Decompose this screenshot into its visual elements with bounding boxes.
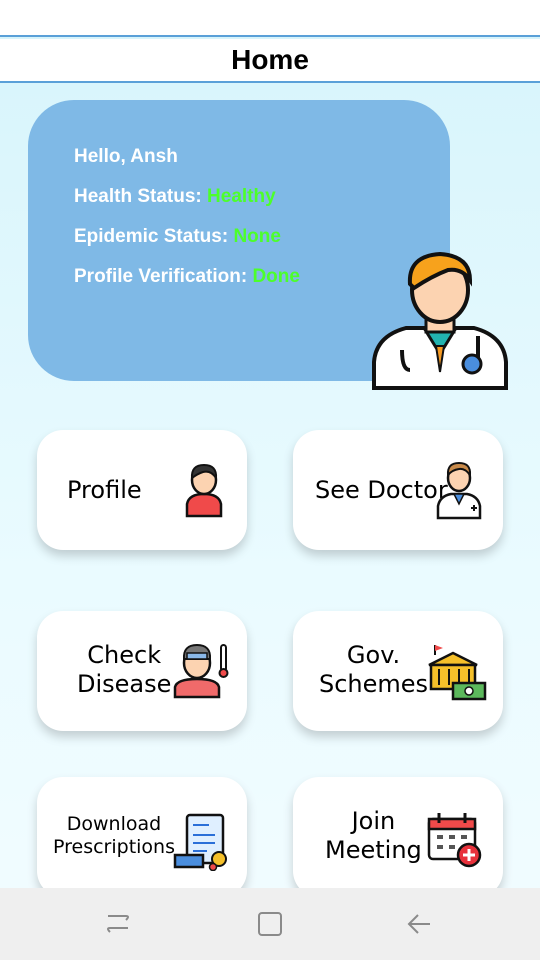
check-disease-label-line1: Check bbox=[87, 641, 162, 669]
see-doctor-label: See Doctor bbox=[315, 476, 448, 504]
join-meeting-label: Join Meeting bbox=[325, 807, 422, 865]
download-prescriptions-label: Download Prescriptions bbox=[53, 813, 175, 859]
profile-verification-value: Done bbox=[252, 266, 300, 287]
download-prescriptions-label-line1: Download bbox=[66, 813, 162, 835]
join-meeting-label-line2: Meeting bbox=[325, 835, 422, 864]
join-meeting-button[interactable]: Join Meeting bbox=[293, 777, 503, 897]
epidemic-status-label: Epidemic Status: bbox=[74, 226, 229, 247]
profile-button[interactable]: Profile bbox=[37, 430, 247, 550]
app-bar: Home bbox=[0, 39, 540, 83]
greeting-text: Hello, Ansh bbox=[74, 146, 178, 168]
back-arrow-icon[interactable] bbox=[400, 908, 440, 940]
recents-icon[interactable] bbox=[98, 908, 138, 940]
prescription-icon bbox=[173, 813, 227, 871]
profile-label: Profile bbox=[67, 476, 142, 504]
profile-verification-row: Profile Verification: Done bbox=[74, 266, 300, 288]
user-icon bbox=[185, 463, 223, 518]
status-bar bbox=[0, 0, 540, 37]
join-meeting-label-line1: Join bbox=[351, 807, 396, 835]
calendar-add-icon bbox=[427, 813, 482, 868]
check-disease-button[interactable]: Check Disease bbox=[37, 611, 247, 731]
profile-verification-label: Profile Verification: bbox=[74, 266, 248, 287]
gov-schemes-label-line2: Schemes bbox=[319, 669, 429, 698]
gov-schemes-label-line1: Gov. bbox=[346, 641, 401, 669]
epidemic-status-row: Epidemic Status: None bbox=[74, 226, 281, 248]
download-prescriptions-button[interactable]: Download Prescriptions bbox=[37, 777, 247, 897]
government-building-money-icon bbox=[428, 645, 487, 701]
system-navigation-bar bbox=[0, 888, 540, 960]
health-status-label: Health Status: bbox=[74, 186, 202, 207]
health-status-row: Health Status: Healthy bbox=[74, 186, 276, 208]
epidemic-status-value: None bbox=[233, 226, 281, 247]
check-disease-label-line2: Disease bbox=[77, 669, 172, 698]
check-disease-label: Check Disease bbox=[77, 641, 171, 699]
see-doctor-button[interactable]: See Doctor bbox=[293, 430, 503, 550]
home-square-icon[interactable] bbox=[250, 908, 290, 940]
sick-person-icon bbox=[173, 643, 229, 699]
greeting-label: Hello, Ansh bbox=[74, 146, 178, 167]
page-title: Home bbox=[231, 44, 309, 75]
doctor-illustration-icon bbox=[372, 251, 508, 390]
gov-schemes-button[interactable]: Gov. Schemes bbox=[293, 611, 503, 731]
health-status-value: Healthy bbox=[207, 186, 276, 207]
doctor-icon bbox=[436, 461, 482, 520]
download-prescriptions-label-line2: Prescriptions bbox=[53, 835, 175, 858]
gov-schemes-label: Gov. Schemes bbox=[319, 641, 428, 699]
